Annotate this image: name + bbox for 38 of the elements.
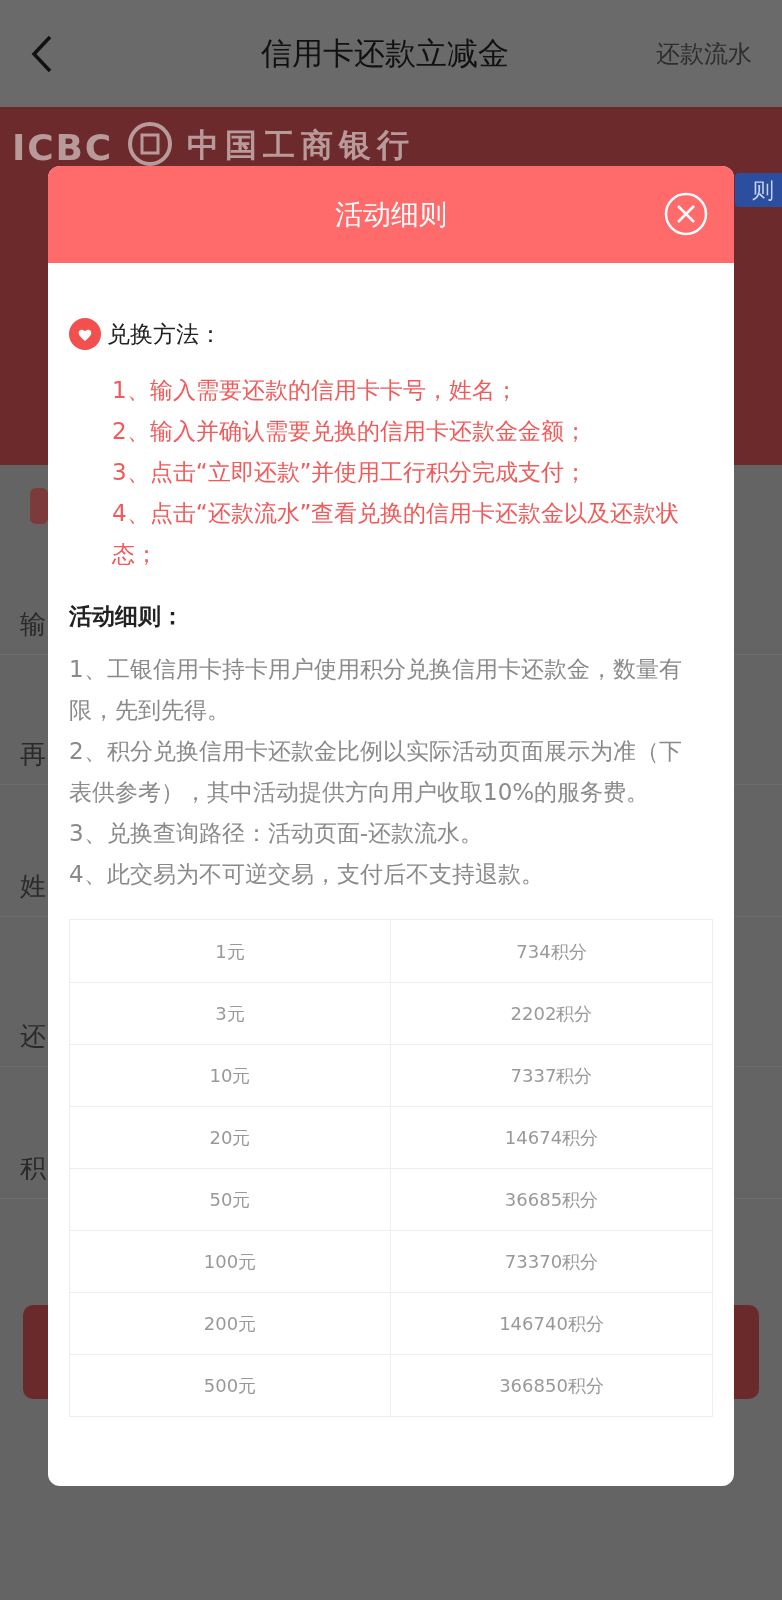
rule-text: 2、积分兑换信用卡还款金比例以实际活动页面展示为准（下表供参考），其中活动提供方向用户收取10%的服务费。 [69, 737, 683, 807]
table-cell: 7337积分 [391, 1044, 712, 1106]
table-cell: 14674积分 [391, 1106, 712, 1168]
table-cell: 3元 [70, 982, 391, 1044]
rules-tab[interactable]: 则 [735, 173, 782, 207]
rule-text: 4、此交易为不可逆交易，支付后不支持退款。 [69, 860, 545, 889]
table-cell: 36685积分 [391, 1168, 712, 1230]
table-cell: 1元 [70, 920, 391, 982]
form-label: 姓 [20, 871, 46, 901]
back-icon[interactable] [30, 33, 54, 74]
table-cell: 146740积分 [391, 1292, 712, 1354]
table-cell: 100元 [70, 1230, 391, 1292]
bank-emblem-icon [126, 121, 173, 167]
form-label: 再 [20, 739, 46, 769]
bank-logo-text: ICBC [12, 126, 113, 170]
table-cell: 10元 [70, 1044, 391, 1106]
table-cell: 200元 [70, 1292, 391, 1354]
section-heading: 活动细则： [69, 601, 185, 631]
table-cell: 73370积分 [391, 1230, 712, 1292]
rule-text: 1、工银信用卡持卡用户使用积分兑换信用卡还款金，数量有限，先到先得。 [69, 655, 683, 725]
step-text: 4、点击“还款流水”查看兑换的信用卡还款金以及还款状态； [112, 498, 681, 569]
close-icon[interactable] [664, 192, 708, 236]
table-cell: 366850积分 [391, 1354, 712, 1416]
form-label: 积 [20, 1153, 46, 1183]
step-text: 1、输入需要还款的信用卡卡号，姓名； [112, 375, 519, 405]
section-heading: 兑换方法： [107, 320, 222, 349]
form-label: 输 [20, 609, 46, 639]
table-cell: 500元 [70, 1354, 391, 1416]
step-text: 2、输入并确认需要兑换的信用卡还款金金额； [112, 416, 588, 446]
page-title: 信用卡还款立减金 [261, 34, 509, 74]
form-label: 还 [20, 1021, 46, 1051]
dialog-title: 活动细则 [335, 196, 447, 233]
table-cell: 20元 [70, 1106, 391, 1168]
rule-text: 3、兑换查询路径：活动页面-还款流水。 [69, 819, 484, 848]
step-text: 3、点击“立即还款”并使用工行积分完成支付； [112, 457, 589, 487]
table-cell: 50元 [70, 1168, 391, 1230]
table-cell: 2202积分 [391, 982, 712, 1044]
table-cell-text: 734积分 [515, 939, 588, 964]
